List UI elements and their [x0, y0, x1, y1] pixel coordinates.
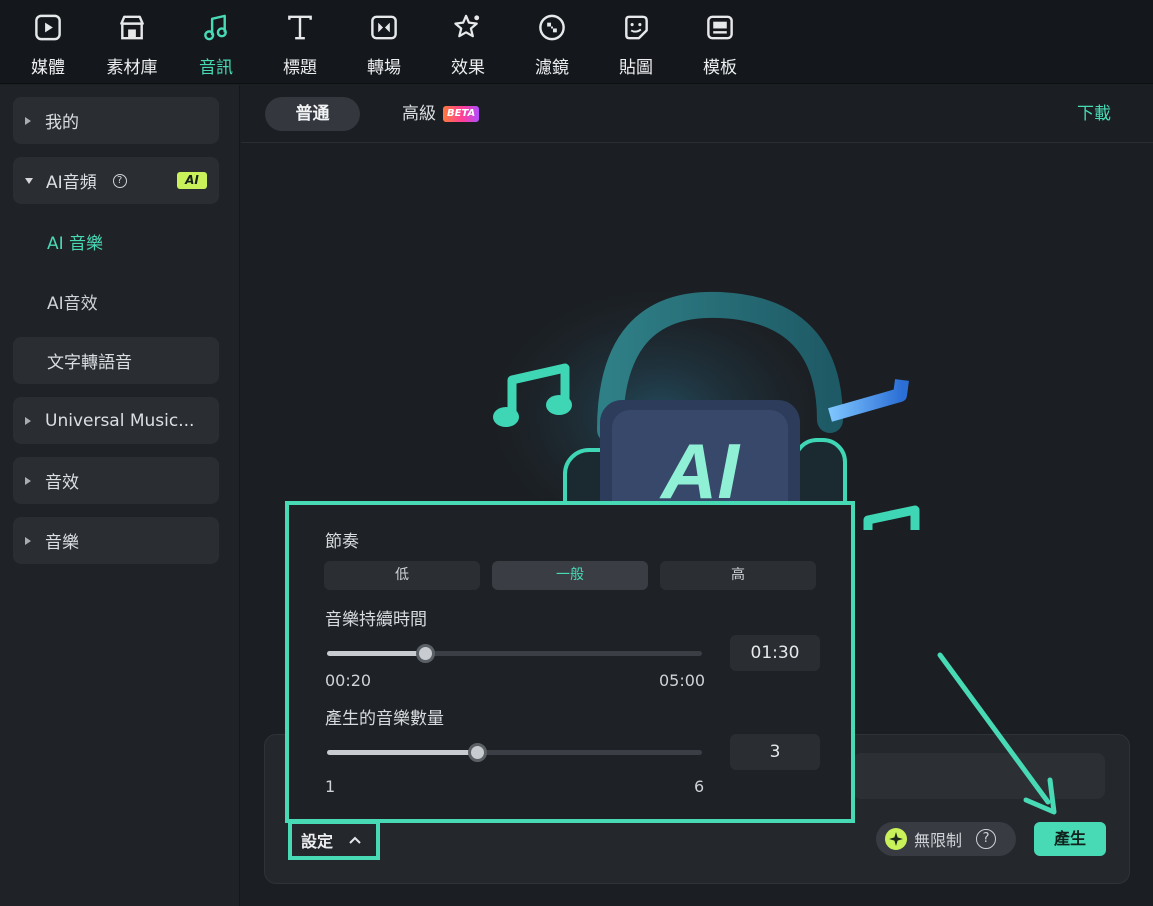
expand-arrow-icon [25, 536, 31, 545]
sticker-icon [625, 15, 648, 40]
duration-slider[interactable] [327, 644, 702, 663]
template-icon [707, 15, 733, 40]
toolbar-stickers-label: 貼圖 [619, 58, 653, 78]
sidebar-subitem-ai-music[interactable]: AI 音樂 [47, 229, 103, 254]
toolbar-templates-label: 模板 [703, 58, 737, 78]
toolbar-stock-label: 素材庫 [106, 58, 158, 78]
toolbar-transitions[interactable]: 轉場 [346, 8, 422, 78]
effects-star-icon [454, 14, 480, 38]
toolbar-titles[interactable]: 標題 [262, 8, 338, 78]
sidebar-item-sound-effects[interactable]: 音效 [13, 457, 219, 504]
duration-label: 音樂持續時間 [325, 610, 427, 630]
title-text-icon [288, 15, 312, 40]
tempo-high-button[interactable]: 高 [660, 561, 816, 590]
main-header: 普通 高級 BETA 下載 [241, 85, 1153, 143]
top-toolbar: 媒體 素材庫 音訊 標題 轉場 效果 濾鏡 貼圖 模板 [0, 0, 1153, 84]
sidebar-item-tts[interactable]: 文字轉語音 [13, 337, 219, 384]
settings-popover: 節奏 低 一般 高 音樂持續時間 00:20 05:00 01:30 產生的音樂… [285, 501, 855, 823]
toolbar-transitions-label: 轉場 [367, 58, 401, 78]
count-label: 產生的音樂數量 [325, 709, 444, 729]
sidebar-item-music[interactable]: 音樂 [13, 517, 219, 564]
toolbar-audio[interactable]: 音訊 [178, 8, 254, 78]
sidebar-item-label: 文字轉語音 [47, 353, 132, 373]
sparkle-icon [885, 828, 907, 850]
sidebar-item-label: Universal Music... [45, 410, 195, 431]
duration-max-label: 05:00 [659, 671, 706, 690]
transition-icon [371, 15, 397, 40]
toolbar-media-label: 媒體 [31, 58, 65, 78]
count-slider[interactable] [327, 743, 702, 762]
toolbar-titles-label: 標題 [283, 58, 317, 78]
sidebar-item-ai-audio[interactable]: AI音頻 ? AI [13, 157, 219, 204]
toolbar-effects-label: 效果 [451, 58, 485, 78]
generate-button[interactable]: 產生 [1034, 822, 1106, 856]
sidebar-item-label: 音樂 [45, 533, 79, 553]
credits-label: 無限制 [914, 831, 963, 850]
help-icon[interactable]: ? [112, 173, 127, 188]
tempo-low-button[interactable]: 低 [324, 561, 480, 590]
expand-arrow-icon [25, 416, 31, 425]
toolbar-filters-label: 濾鏡 [535, 58, 569, 78]
tab-advanced[interactable]: 高級 BETA [402, 97, 480, 131]
tab-advanced-label: 高級 [402, 104, 436, 124]
toolbar-filters[interactable]: 濾鏡 [514, 8, 590, 78]
duration-min-label: 00:20 [325, 671, 372, 690]
toolbar-stickers[interactable]: 貼圖 [598, 8, 674, 78]
chevron-up-icon [349, 836, 361, 844]
tempo-normal-button[interactable]: 一般 [492, 561, 648, 590]
sidebar-item-my[interactable]: 我的 [13, 97, 219, 144]
credits-indicator[interactable]: 無限制 ? [876, 822, 1016, 856]
collapse-arrow-icon [25, 177, 33, 184]
toolbar-templates[interactable]: 模板 [682, 8, 758, 78]
ai-music-illustration: AI [480, 250, 920, 530]
sidebar-item-label: 我的 [45, 113, 79, 133]
tempo-label: 節奏 [325, 532, 359, 552]
count-value-field[interactable]: 3 [730, 734, 820, 770]
toolbar-media[interactable]: 媒體 [10, 8, 86, 78]
sidebar-item-label: 音效 [45, 473, 79, 493]
duration-slider-handle[interactable] [415, 644, 435, 663]
beta-badge: BETA [443, 106, 480, 122]
sidebar-subitem-ai-sfx[interactable]: AI音效 [47, 289, 98, 314]
arrow-annotation-icon [937, 652, 1057, 815]
count-slider-handle[interactable] [468, 743, 487, 762]
stock-library-icon [120, 15, 144, 40]
count-max-label: 6 [694, 777, 705, 796]
toolbar-audio-label: 音訊 [199, 58, 233, 78]
help-icon[interactable]: ? [976, 829, 997, 849]
music-note-icon [863, 505, 920, 530]
sidebar: 我的 AI音頻 ? AI AI 音樂 AI音效 文字轉語音 Universal … [0, 85, 240, 906]
toolbar-effects[interactable]: 效果 [430, 8, 506, 78]
ai-badge: AI [177, 172, 207, 189]
settings-toggle-button[interactable]: 設定 [288, 820, 380, 860]
tab-basic[interactable]: 普通 [265, 97, 360, 131]
duration-value-field[interactable]: 01:30 [730, 635, 820, 671]
sidebar-item-label: AI音頻 [46, 173, 97, 193]
expand-arrow-icon [25, 476, 31, 485]
filter-icon [539, 14, 565, 41]
media-icon [35, 14, 61, 41]
settings-toggle-label: 設定 [301, 832, 334, 851]
count-slider-fill [327, 750, 477, 755]
app-window: 媒體 素材庫 音訊 標題 轉場 效果 濾鏡 貼圖 模板 我的 AI音頻 ? AI… [0, 0, 1153, 906]
count-min-label: 1 [325, 777, 336, 796]
expand-arrow-icon [25, 116, 31, 125]
duration-slider-fill [327, 651, 425, 656]
toolbar-stock[interactable]: 素材庫 [94, 8, 170, 78]
sidebar-item-universal-music[interactable]: Universal Music... [13, 397, 219, 444]
music-note-icon [204, 14, 227, 41]
download-link[interactable]: 下載 [1077, 97, 1111, 131]
